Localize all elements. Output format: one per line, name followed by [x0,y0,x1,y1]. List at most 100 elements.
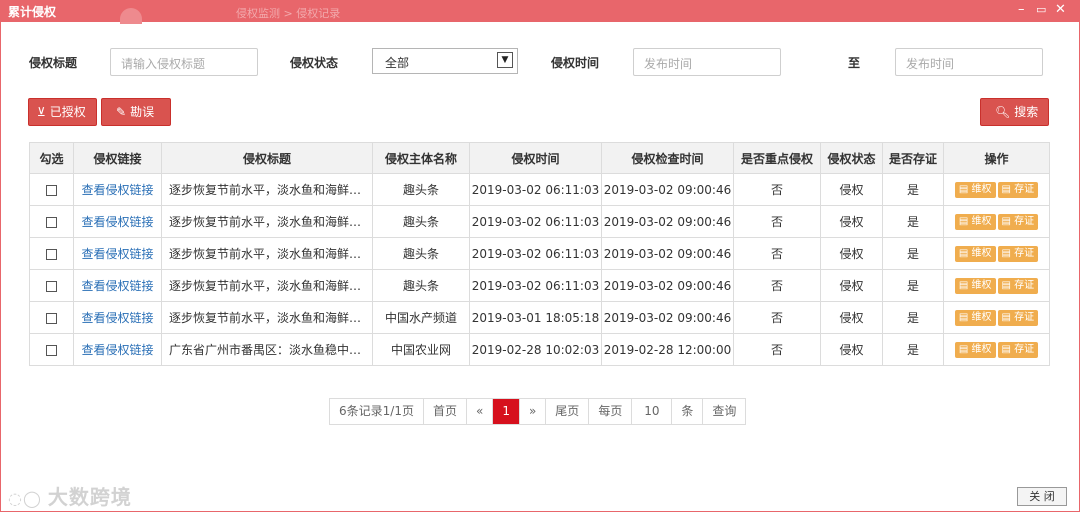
header-subject: 侵权主体名称 [372,142,470,174]
background-breadcrumb: 侵权监测 > 侵权记录 [236,7,341,20]
logo-icon: ◌◯ [8,489,42,508]
window-title: 累计侵权 [8,5,57,19]
row-time: 2019-03-01 18:05:18 [469,301,602,334]
row-title: 逐步恢复节前水平，淡水鱼和海鲜稳... [161,205,373,238]
infringement-link[interactable]: 查看侵权链接 [81,183,153,197]
row-checkbox[interactable] [46,344,57,356]
protect-button[interactable]: ▤ 维权 [954,182,996,198]
row-time: 2019-03-02 06:11:03 [469,205,602,238]
watermark: ◌◯ 大数跨境 [8,481,132,510]
search-button[interactable]: 🔍︎ 搜索 [980,98,1049,126]
row-time: 2019-03-02 06:11:03 [469,173,602,206]
row-status: 侵权 [820,269,883,302]
status-select[interactable]: 全部 ▼ [372,48,518,74]
first-page-button[interactable]: 首页 [423,399,467,424]
row-title: 广东省广州市番禺区：淡水鱼稳中有... [161,333,373,366]
per-page-input[interactable]: 10 [632,399,673,424]
header-evidence: 是否存证 [882,142,944,174]
maximize-icon[interactable]: ▭ [1036,3,1046,16]
table-row: 查看侵权链接 逐步恢复节前水平，淡水鱼和海鲜稳... 趣头条 2019-03-0… [29,269,1050,302]
misreport-button[interactable]: ✎ 勘误 [101,98,171,126]
infringement-link[interactable]: 查看侵权链接 [81,311,153,325]
row-status: 侵权 [820,173,883,206]
protect-button[interactable]: ▤ 维权 [954,342,996,358]
next-page-button[interactable]: » [519,399,547,424]
evidence-button[interactable]: ▤ 存证 [997,246,1039,262]
evidence-button[interactable]: ▤ 存证 [997,182,1039,198]
authorized-button[interactable]: ⊻ 已授权 [28,98,97,126]
doc-icon: ▤ [958,312,972,323]
infringement-link[interactable]: 查看侵权链接 [81,343,153,357]
close-button[interactable]: 关 闭 [1017,487,1067,506]
row-check-time: 2019-03-02 09:00:46 [601,269,734,302]
row-subject: 趣头条 [372,269,470,302]
doc-icon: ▤ [958,280,972,291]
doc-icon: ▤ [1001,184,1015,195]
home-icon [120,8,142,24]
row-subject: 趣头条 [372,173,470,206]
query-button[interactable]: 查询 [703,399,746,424]
row-key: 否 [733,237,821,270]
end-date-input[interactable]: 发布时间 [895,48,1043,76]
row-time: 2019-02-28 10:02:03 [469,333,602,366]
row-key: 否 [733,301,821,334]
start-date-input[interactable]: 发布时间 [633,48,781,76]
row-check-time: 2019-03-02 09:00:46 [601,237,734,270]
page-1-button[interactable]: 1 [493,399,520,424]
last-page-button[interactable]: 尾页 [546,399,590,424]
protect-button[interactable]: ▤ 维权 [954,310,996,326]
row-status: 侵权 [820,301,883,334]
close-icon[interactable]: ✕ [1055,2,1066,17]
evidence-button[interactable]: ▤ 存证 [997,214,1039,230]
evidence-button[interactable]: ▤ 存证 [997,278,1039,294]
row-checkbox[interactable] [46,312,57,324]
row-key: 否 [733,333,821,366]
row-subject: 中国农业网 [372,333,470,366]
minimize-icon[interactable]: – [1018,2,1025,17]
window-border [0,22,1,512]
title-search-input[interactable]: 请输入侵权标题 [110,48,258,76]
doc-icon: ▤ [958,248,972,259]
row-status: 侵权 [820,333,883,366]
header-link: 侵权链接 [73,142,162,174]
table-row: 查看侵权链接 广东省广州市番禺区：淡水鱼稳中有... 中国农业网 2019-02… [29,333,1050,366]
doc-icon: ▤ [1001,216,1015,227]
prev-page-button[interactable]: « [466,399,494,424]
infringement-link[interactable]: 查看侵权链接 [81,247,153,261]
row-evidence: 是 [882,333,944,366]
doc-icon: ▤ [958,184,972,195]
row-subject: 中国水产频道 [372,301,470,334]
header-check-time: 侵权检查时间 [601,142,734,174]
protect-button[interactable]: ▤ 维权 [954,214,996,230]
header-status: 侵权状态 [820,142,883,174]
row-title: 逐步恢复节前水平，淡水鱼和海鲜稳... [161,237,373,270]
infringement-link[interactable]: 查看侵权链接 [81,279,153,293]
infringement-link[interactable]: 查看侵权链接 [81,215,153,229]
evidence-button[interactable]: ▤ 存证 [997,342,1039,358]
window-titlebar: 累计侵权 侵权监测 > 侵权记录 – ▭ ✕ [0,0,1080,24]
watermark-text: 大数跨境 [47,485,132,509]
edit-icon: ✎ [116,105,127,119]
row-key: 否 [733,269,821,302]
doc-icon: ▤ [1001,312,1015,323]
evidence-button[interactable]: ▤ 存证 [997,310,1039,326]
header-time: 侵权时间 [469,142,602,174]
row-checkbox[interactable] [46,184,57,196]
header-key: 是否重点侵权 [733,142,821,174]
row-checkbox[interactable] [46,248,57,260]
row-check-time: 2019-03-02 09:00:46 [601,205,734,238]
protect-button[interactable]: ▤ 维权 [954,278,996,294]
row-checkbox[interactable] [46,280,57,292]
status-select-value: 全部 [385,56,410,70]
row-time: 2019-03-02 06:11:03 [469,237,602,270]
authorized-button-label: 已授权 [49,105,86,119]
protect-button[interactable]: ▤ 维权 [954,246,996,262]
row-title: 逐步恢复节前水平，淡水鱼和海鲜稳... [161,269,373,302]
row-check-time: 2019-03-02 09:00:46 [601,173,734,206]
row-checkbox[interactable] [46,216,57,228]
header-select: 勾选 [29,142,74,174]
row-title: 逐步恢复节前水平，淡水鱼和海鲜稳... [161,301,373,334]
header-actions: 操作 [943,142,1050,174]
doc-icon: ▤ [1001,248,1015,259]
row-subject: 趣头条 [372,205,470,238]
